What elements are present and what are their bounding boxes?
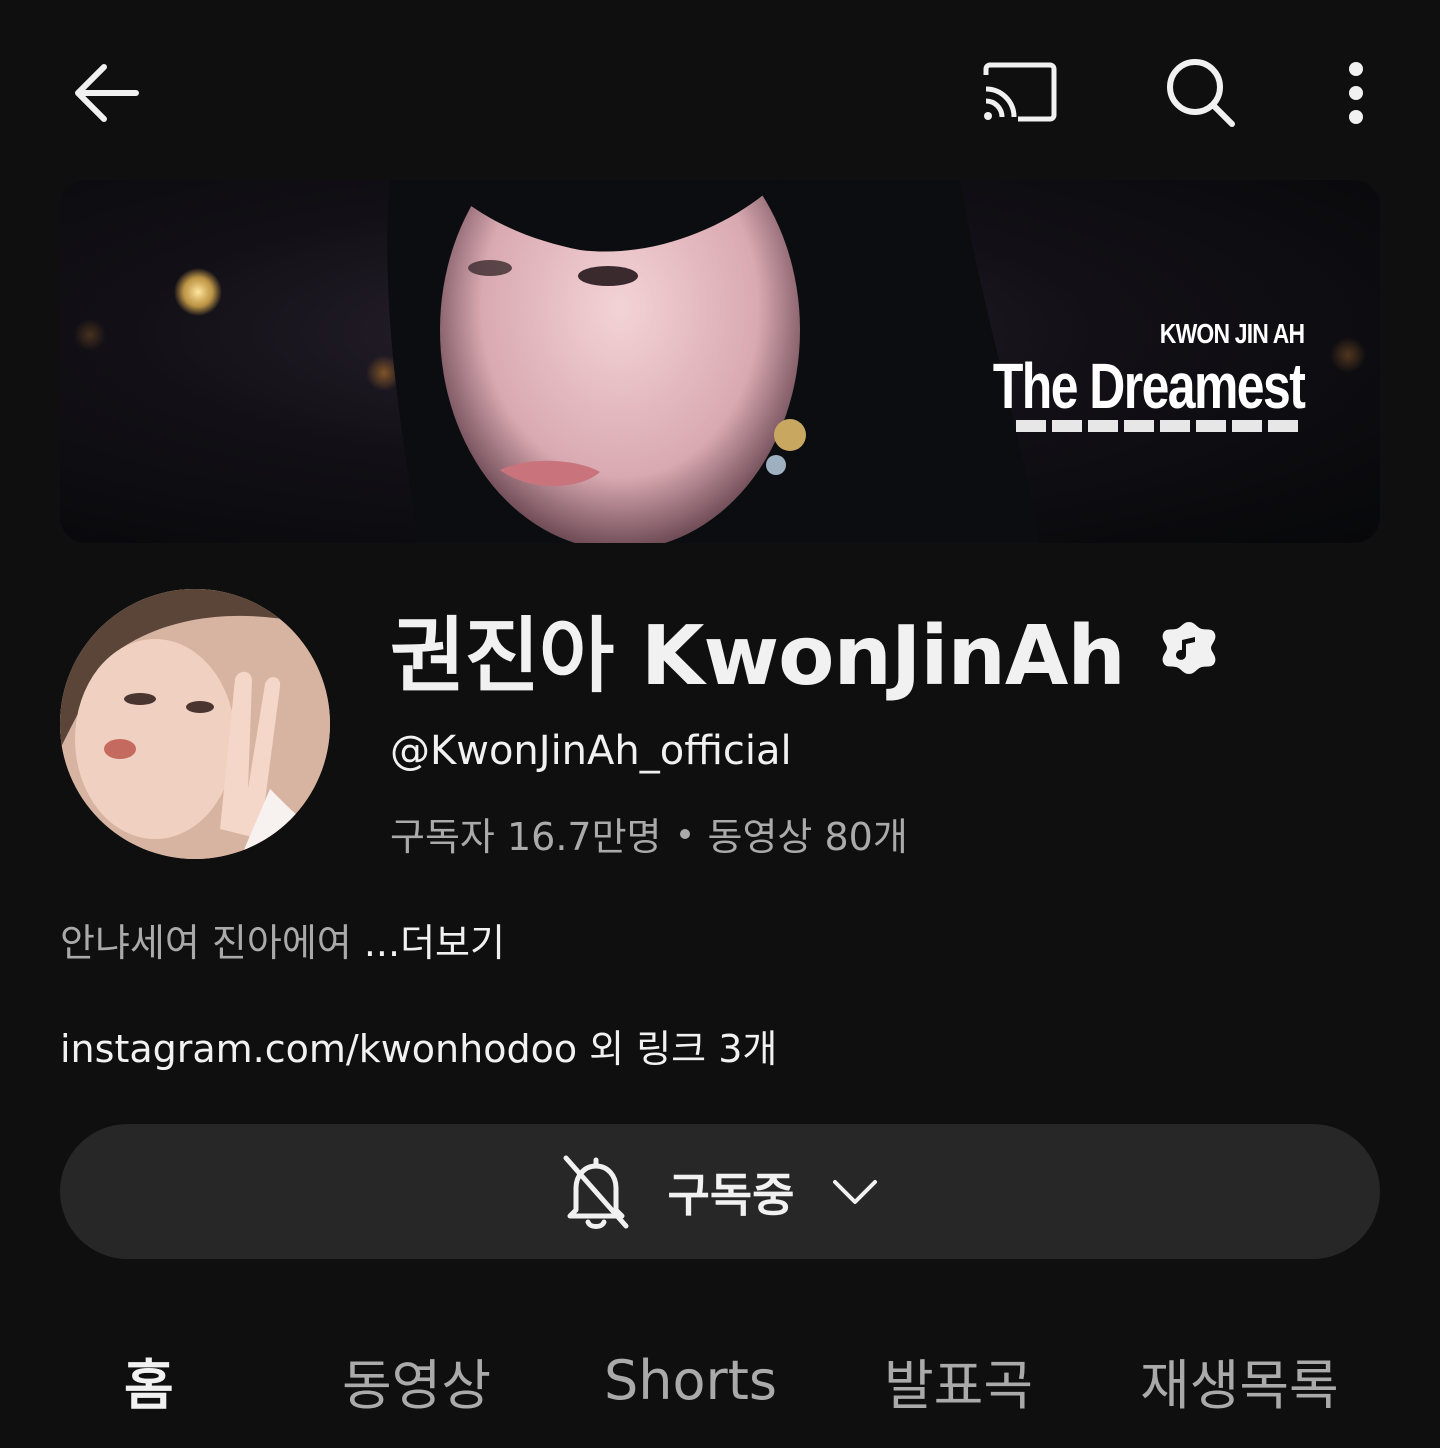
banner-title: KWON JIN AH The Dreamest [905, 318, 1306, 432]
back-arrow-icon [75, 64, 139, 122]
subscriber-count: 구독자 16.7만명 [390, 815, 662, 859]
channel-tabs: 홈 동영상 Shorts 발표곡 재생목록 [0, 1330, 1440, 1430]
description-text: 안냐세여 진아에여 [60, 921, 364, 965]
tab-videos[interactable]: 동영상 [342, 1330, 491, 1430]
description-more-link[interactable]: ...더보기 [364, 921, 505, 965]
channel-description[interactable]: 안냐세여 진아에여 ...더보기 [60, 912, 505, 967]
banner-album-title: The Dreamest [992, 350, 1306, 422]
channel-stats: 구독자 16.7만명 동영상 80개 [390, 806, 908, 861]
subscribed-label: 구독중 [667, 1167, 795, 1222]
video-count: 동영상 80개 [707, 815, 908, 859]
channel-avatar[interactable] [60, 589, 330, 859]
tab-home[interactable]: 홈 [124, 1330, 174, 1430]
search-icon [1167, 59, 1235, 127]
tab-playlists[interactable]: 재생목록 [1140, 1330, 1339, 1430]
back-button[interactable] [60, 48, 150, 138]
bell-off-icon [563, 1155, 629, 1229]
separator-dot [679, 828, 690, 839]
banner-album-echo [1016, 420, 1304, 432]
chevron-down-icon [833, 1179, 878, 1204]
subscribed-button[interactable]: 구독중 [60, 1124, 1380, 1259]
search-button[interactable] [1156, 48, 1246, 138]
top-app-bar [0, 0, 1440, 180]
cast-icon [983, 62, 1057, 122]
channel-title-row: 권진아 KwonJinAh [390, 598, 1219, 704]
channel-name: 권진아 KwonJinAh [390, 608, 1126, 704]
more-vert-icon [1349, 62, 1363, 124]
tab-releases[interactable]: 발표곡 [884, 1330, 1033, 1430]
music-note-verified-icon [1162, 622, 1216, 674]
avatar-photo [60, 589, 330, 859]
channel-banner: KWON JIN AH The Dreamest [60, 180, 1380, 543]
cast-button[interactable] [972, 48, 1064, 138]
more-options-button[interactable] [1318, 48, 1394, 138]
banner-artist-name: KWON JIN AH [1159, 318, 1305, 349]
channel-links[interactable]: instagram.com/kwonhodoo 외 링크 3개 [60, 1018, 777, 1073]
tab-shorts[interactable]: Shorts [604, 1330, 777, 1430]
channel-handle: @KwonJinAh_official [390, 728, 792, 774]
